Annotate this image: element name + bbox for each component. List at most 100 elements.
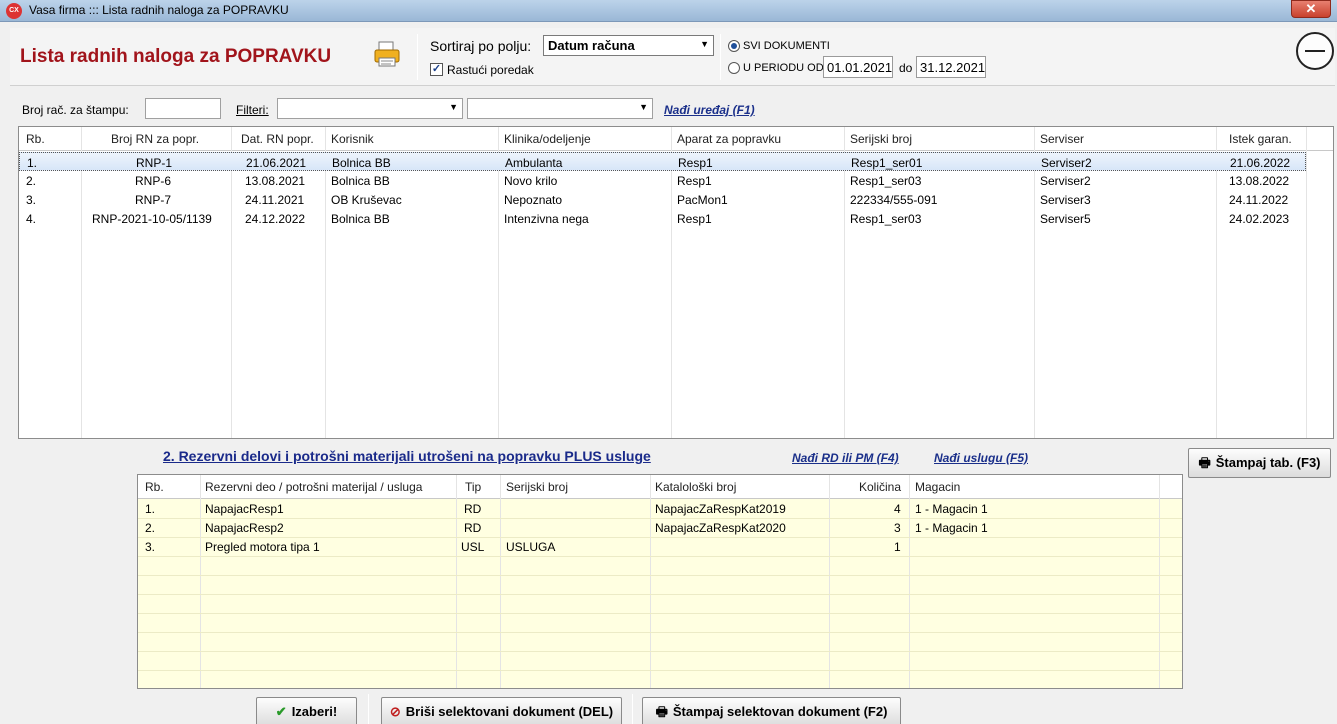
cell: 24.11.2022 (1229, 193, 1289, 207)
cell: 1. (145, 502, 156, 516)
table-row[interactable]: 4. RNP-2021-10-05/1139 24.12.2022 Bolnic… (19, 209, 1333, 228)
table-row[interactable]: 1. NapajacResp1 RD NapajacZaRespKat2019 … (138, 499, 1182, 518)
radio-period[interactable] (728, 62, 740, 74)
col-header: Serijski broj (850, 132, 913, 146)
table-row[interactable]: 1. RNP-1 21.06.2021 Bolnica BB Ambulanta… (19, 152, 1306, 171)
grid-line (138, 632, 1182, 633)
window-title: Vasa firma ::: Lista radnih naloga za PO… (29, 3, 289, 17)
col-header: Količina (859, 480, 902, 494)
grid-line (138, 575, 1182, 576)
table-header: Rb. Rezervni deo / potrošni materijal / … (138, 475, 1182, 499)
cell: Serviser3 (1040, 193, 1091, 207)
cell: 24.02.2023 (1229, 212, 1290, 226)
chevron-down-icon: ▼ (700, 39, 709, 49)
page-title: Lista radnih naloga za POPRAVKU (20, 46, 332, 67)
cell: Bolnica BB (331, 212, 390, 226)
separator (632, 694, 633, 724)
filter-select-2[interactable]: ▼ (467, 98, 653, 119)
col-header: Rezervni deo / potrošni materijal / uslu… (205, 480, 423, 494)
table-row[interactable]: 2. RNP-6 13.08.2021 Bolnica BB Novo kril… (19, 171, 1333, 190)
print-table-label: Štampaj tab. (F3) (1215, 455, 1321, 470)
cell: 24.11.2021 (245, 193, 305, 207)
orders-table[interactable]: Rb. Broj RN za popr. Dat. RN popr. Koris… (18, 126, 1334, 439)
cell: RD (464, 521, 482, 535)
col-header: Serijski broj (506, 480, 569, 494)
cell: Serviser5 (1040, 212, 1091, 226)
col-header: Serviser (1040, 132, 1085, 146)
app-icon: CX (6, 3, 22, 19)
cell: 13.08.2022 (1229, 174, 1290, 188)
cell: 21.06.2022 (1230, 156, 1291, 170)
find-device-link[interactable]: Nađi uređaj (F1) (664, 103, 755, 117)
cell: 3 (894, 521, 901, 535)
table-row[interactable]: 3. RNP-7 24.11.2021 OB Kruševac Nepoznat… (19, 190, 1333, 209)
cell: 13.08.2021 (245, 174, 306, 188)
sort-label: Sortiraj po polju: (430, 38, 532, 54)
cell: 4. (26, 212, 37, 226)
find-service-link[interactable]: Nađi uslugu (F5) (934, 451, 1028, 465)
chevron-down-icon: ▼ (639, 102, 648, 112)
cell: USLUGA (506, 540, 556, 554)
date-to-field[interactable]: 31.12.2021 (916, 56, 986, 78)
select-button-label: Izaberi! (291, 704, 338, 719)
print-number-input[interactable] (145, 98, 221, 119)
ascending-checkbox[interactable]: ✓ (430, 63, 443, 76)
delete-icon: ⊘ (389, 704, 401, 719)
table-row[interactable]: 2. NapajacResp2 RD NapajacZaRespKat2020 … (138, 518, 1182, 537)
cell: 2. (145, 521, 156, 535)
printer-icon: 🖶 (655, 704, 668, 719)
col-header: Klinika/odeljenje (504, 132, 591, 146)
cell: 3. (145, 540, 156, 554)
cell: 1 (894, 540, 901, 554)
cell: Ambulanta (505, 156, 563, 170)
cell: 222334/555-091 (850, 193, 938, 207)
print-document-button[interactable]: 🖶 Štampaj selektovan dokument (F2) (642, 697, 901, 724)
col-header: Dat. RN popr. (241, 132, 314, 146)
separator (368, 694, 369, 724)
cell: PacMon1 (677, 193, 728, 207)
date-to-label: do (899, 61, 913, 75)
cell: Resp1 (677, 174, 712, 188)
cell: NapajacResp1 (205, 502, 284, 516)
radio-all-documents[interactable] (728, 40, 740, 52)
table-row[interactable]: 3. Pregled motora tipa 1 USL USLUGA 1 (138, 537, 1182, 556)
printer-icon: 🖶 (1198, 455, 1211, 470)
cell: Bolnica BB (332, 156, 391, 170)
print-table-button[interactable]: 🖶 Štampaj tab. (F3) (1188, 448, 1331, 478)
delete-button-label: Briši selektovani dokument (DEL) (405, 704, 614, 719)
sort-field-select[interactable]: Datum računa ▼ (543, 35, 714, 56)
cell: RNP-6 (135, 174, 172, 188)
cell: Resp1 (677, 212, 712, 226)
col-header: Korisnik (331, 132, 374, 146)
cell: RD (464, 502, 482, 516)
cell: Serviser2 (1040, 174, 1091, 188)
cell: RNP-7 (135, 193, 172, 207)
cell: NapajacZaRespKat2019 (655, 502, 786, 516)
grid-line (138, 613, 1182, 614)
radio-all-label: SVI DOKUMENTI (743, 40, 830, 52)
close-button[interactable]: ✕ (1291, 0, 1331, 18)
cell: Resp1_ser03 (850, 174, 922, 188)
cell: USL (461, 540, 485, 554)
print-number-label: Broj rač. za štampu: (22, 103, 129, 117)
grid-line (138, 556, 1182, 557)
cell: Resp1_ser01 (851, 156, 923, 170)
separator (720, 34, 721, 80)
power-icon[interactable] (1296, 32, 1334, 70)
separator (417, 34, 418, 80)
cell: 24.12.2022 (245, 212, 306, 226)
find-rd-link[interactable]: Nađi RD ili PM (F4) (792, 451, 899, 465)
date-from-field[interactable]: 01.01.2021 (823, 56, 893, 78)
select-button[interactable]: ✔ Izaberi! (256, 697, 357, 724)
cell: Bolnica BB (331, 174, 390, 188)
delete-document-button[interactable]: ⊘ Briši selektovani dokument (DEL) (381, 697, 622, 724)
cell: Intenzivna nega (504, 212, 589, 226)
filter-select-1[interactable]: ▼ (277, 98, 463, 119)
cell: Nepoznato (504, 193, 563, 207)
parts-table[interactable]: Rb. Rezervni deo / potrošni materijal / … (137, 474, 1183, 689)
col-header: Istek garan. (1229, 132, 1292, 146)
filters-label: Filteri: (236, 103, 269, 117)
col-header: Katalološki broj (655, 480, 737, 494)
col-header: Broj RN za popr. (111, 132, 200, 146)
cell: 1. (27, 156, 38, 170)
